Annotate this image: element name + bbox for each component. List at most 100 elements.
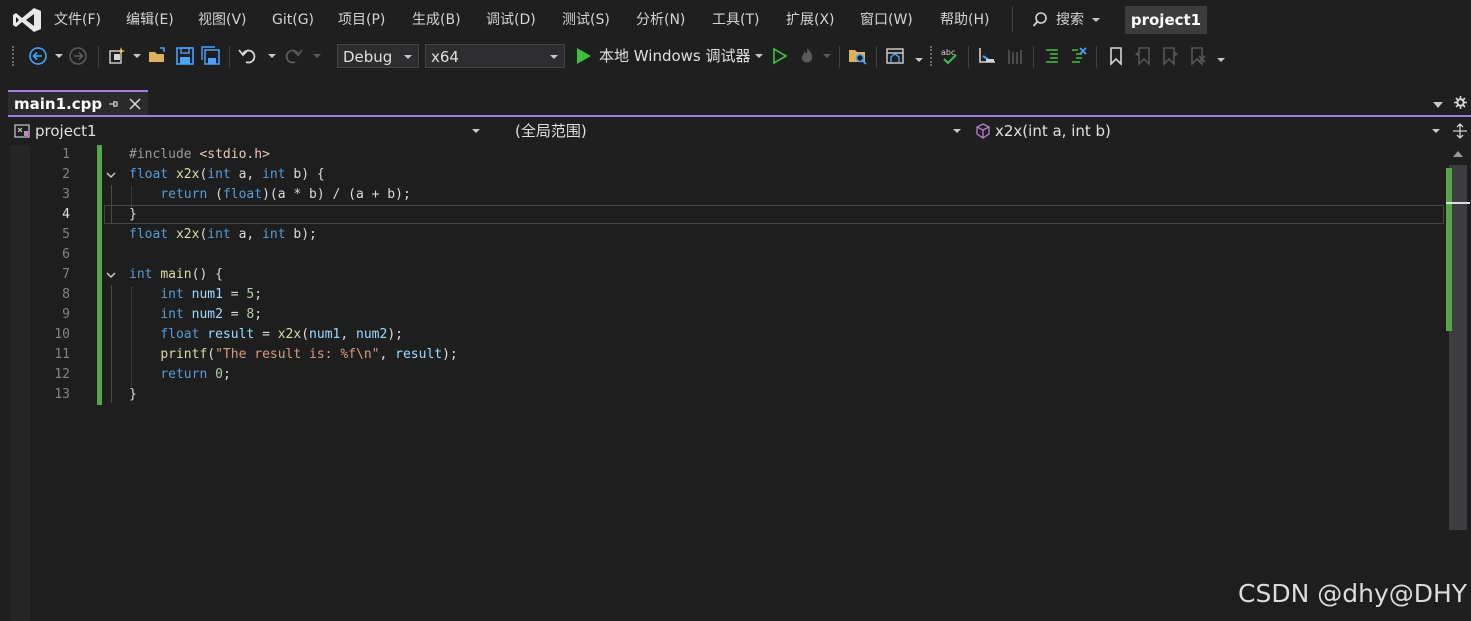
search-icon (1032, 12, 1047, 27)
spell-check-icon[interactable]: abc (940, 46, 960, 66)
toolbar-grip[interactable] (12, 46, 17, 66)
start-without-debugging-icon[interactable] (770, 46, 790, 66)
code-line[interactable]: float x2x(int a, int b); (129, 225, 317, 245)
start-debugging-button[interactable]: 本地 Windows 调试器 (599, 46, 751, 66)
chevron-down-icon[interactable] (915, 58, 923, 62)
glyph-margin[interactable] (10, 145, 30, 621)
uncomment-lines-icon[interactable] (1068, 46, 1088, 66)
code-token: return (160, 367, 208, 382)
start-debugging-icon[interactable] (574, 46, 594, 66)
chevron-down-icon[interactable] (55, 54, 63, 58)
navigate-back-icon[interactable] (28, 46, 48, 66)
line-number: 12 (54, 367, 70, 382)
menu-debug[interactable]: 调试(D) (484, 10, 538, 30)
code-line[interactable]: int num1 = 5; (129, 285, 262, 305)
code-token: b); (285, 227, 317, 242)
code-token: int (207, 167, 231, 182)
tab-list-dropdown-icon[interactable] (1433, 102, 1443, 108)
tab-main1-cpp[interactable]: main1.cpp (8, 90, 148, 116)
find-in-files-icon[interactable] (848, 46, 868, 66)
code-line[interactable]: return 0; (129, 365, 231, 385)
standard-toolbar: Debug x64 本地 Windows 调试器 abc (0, 40, 1471, 72)
comment-lines-icon[interactable] (1042, 46, 1062, 66)
tab-well-accent-line (8, 115, 1471, 117)
step-into-icon[interactable] (977, 46, 997, 66)
menu-analyze[interactable]: 分析(N) (634, 10, 687, 30)
collapse-chevron-icon[interactable] (105, 269, 117, 281)
code-line[interactable]: #include <stdio.h> (129, 145, 270, 165)
menu-project[interactable]: 项目(P) (336, 10, 387, 30)
solution-explorer-home-icon[interactable] (885, 46, 905, 66)
toolbar-grip[interactable] (930, 46, 935, 66)
member-dropdown[interactable]: x2x(int a, int b) (972, 120, 1440, 142)
toolbar-overflow-icon[interactable] (1217, 58, 1225, 62)
next-bookmark-icon (1163, 47, 1178, 66)
navigate-forward-icon (69, 47, 87, 65)
save-icon[interactable] (175, 46, 195, 66)
menu-tools[interactable]: 工具(T) (710, 10, 761, 30)
chevron-down-icon (953, 129, 961, 133)
code-token: } (129, 207, 137, 222)
menu-build[interactable]: 生成(B) (410, 10, 463, 30)
solution-configuration-select[interactable]: Debug (337, 44, 419, 68)
undo-icon[interactable] (238, 46, 258, 66)
scope-dropdown[interactable]: (全局范围) (490, 120, 966, 142)
code-line[interactable]: int main() { (129, 265, 223, 285)
new-item-icon[interactable] (107, 46, 127, 66)
bookmark-icon[interactable] (1106, 46, 1126, 66)
document-tab-strip: main1.cpp (0, 90, 1471, 117)
scroll-up-arrow-icon[interactable] (1453, 151, 1463, 157)
code-token: float (129, 167, 169, 182)
menu-file[interactable]: 文件(F) (52, 10, 103, 30)
step-over-icon (1008, 50, 1022, 64)
code-line[interactable]: return (float)(a * b) / (a + b); (129, 185, 410, 205)
menu-test[interactable]: 测试(S) (560, 10, 612, 30)
code-line[interactable]: } (129, 385, 137, 405)
code-token: ; (222, 367, 231, 382)
code-token: float (160, 327, 200, 342)
platform-value: x64 (431, 48, 459, 66)
menu-git[interactable]: Git(G) (270, 10, 316, 30)
menu-window[interactable]: 窗口(W) (858, 10, 915, 30)
collapse-chevron-icon[interactable] (105, 169, 117, 181)
menu-separator (1012, 6, 1013, 32)
close-icon[interactable] (129, 98, 141, 110)
fold-region-line (111, 185, 112, 223)
chevron-down-icon[interactable] (268, 54, 276, 58)
solution-platform-select[interactable]: x64 (425, 44, 565, 68)
code-line[interactable]: float result = x2x(num1, num2); (129, 325, 403, 345)
menu-edit[interactable]: 编辑(E) (124, 10, 176, 30)
menu-view[interactable]: 视图(V) (196, 10, 249, 30)
project-dropdown[interactable]: project1 (8, 120, 484, 142)
code-line[interactable]: float x2x(int a, int b) { (129, 165, 325, 185)
toolbar-separator (98, 46, 99, 68)
pin-icon[interactable] (107, 98, 119, 110)
code-token: ); (442, 347, 458, 362)
save-all-icon[interactable] (201, 46, 221, 66)
menu-extensions[interactable]: 扩展(X) (784, 10, 837, 30)
open-file-icon[interactable] (148, 46, 168, 66)
line-number: 5 (62, 227, 70, 242)
code-line[interactable]: } (129, 205, 137, 225)
code-token: , (379, 347, 396, 362)
line-number: 1 (62, 147, 70, 162)
line-number: 6 (62, 247, 70, 262)
code-token: <stdio.h> (199, 147, 270, 162)
gear-icon[interactable] (1454, 96, 1467, 109)
menu-help[interactable]: 帮助(H) (938, 10, 991, 30)
toolbar-separator (1096, 46, 1097, 68)
code-line[interactable]: int num2 = 8; (129, 305, 262, 325)
chevron-down-icon[interactable] (133, 54, 141, 58)
split-editor-icon[interactable] (1452, 123, 1468, 139)
scope-name: (全局范围) (515, 122, 587, 140)
chevron-down-icon[interactable] (755, 54, 763, 58)
chevron-down-icon (550, 55, 558, 59)
code-line[interactable]: printf("The result is: %f\n", result); (129, 345, 458, 365)
code-token: , (340, 327, 357, 342)
